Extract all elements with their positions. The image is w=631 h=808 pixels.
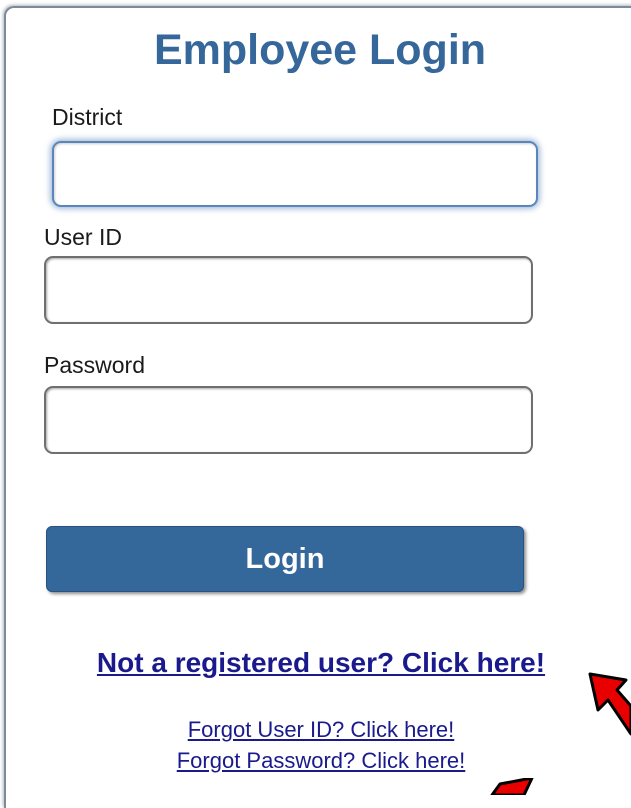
userid-field[interactable] — [44, 256, 533, 324]
register-link[interactable]: Not a registered user? Click here! — [0, 647, 631, 679]
district-label: District — [52, 104, 123, 130]
password-field[interactable] — [44, 386, 533, 454]
forgot-userid-link[interactable]: Forgot User ID? Click here! — [0, 717, 631, 743]
district-field[interactable] — [52, 141, 538, 207]
red-arrow-icon — [588, 672, 631, 736]
password-label: Password — [44, 352, 145, 378]
red-arrow-icon — [490, 778, 534, 795]
login-button[interactable]: Login — [46, 526, 524, 592]
forgot-password-link[interactable]: Forgot Password? Click here! — [0, 748, 631, 774]
page-title: Employee Login — [153, 26, 487, 74]
userid-label: User ID — [44, 224, 122, 250]
